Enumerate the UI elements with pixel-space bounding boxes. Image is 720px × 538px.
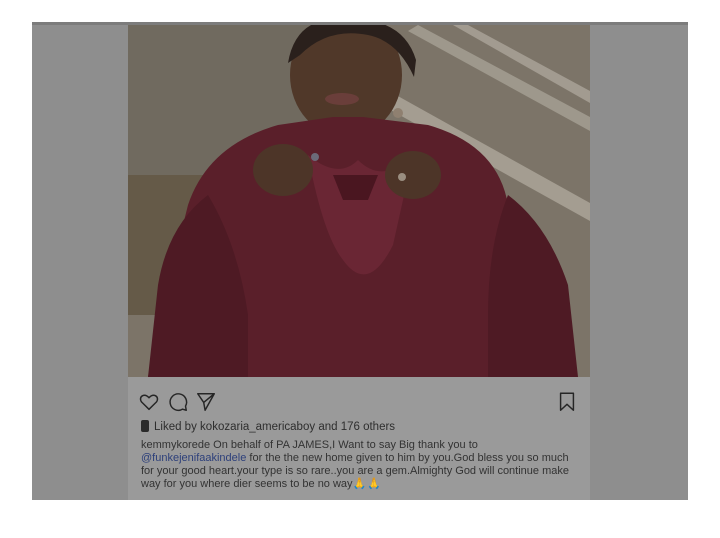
caption-mention-link[interactable]: @funkejenifaakindele (141, 452, 246, 464)
comment-icon[interactable] (167, 391, 191, 415)
liker-avatar (141, 420, 149, 432)
bookmark-icon[interactable] (556, 391, 580, 415)
instagram-post: Liked by kokozaria_americaboy and 176 ot… (128, 25, 590, 500)
caption-emojis: 🙏🙏 (352, 478, 382, 490)
caption-text-part1: On behalf of PA JAMES,I Want to say Big … (213, 439, 478, 451)
dimmed-screen: Liked by kokozaria_americaboy and 176 ot… (32, 22, 688, 500)
post-photo[interactable] (128, 25, 590, 377)
likes-summary: Liked by kokozaria_americaboy and 176 ot… (141, 420, 395, 436)
liked-user-link[interactable]: kokozaria_americaboy (200, 421, 315, 433)
liked-prefix: Liked by (154, 421, 197, 433)
liked-suffix[interactable]: and 176 others (318, 421, 395, 433)
post-caption: kemmykorede On behalf of PA JAMES,I Want… (141, 439, 581, 491)
heart-icon[interactable] (138, 391, 162, 415)
send-icon[interactable] (195, 391, 219, 415)
caption-username[interactable]: kemmykorede (141, 439, 210, 451)
post-actions (138, 391, 580, 415)
